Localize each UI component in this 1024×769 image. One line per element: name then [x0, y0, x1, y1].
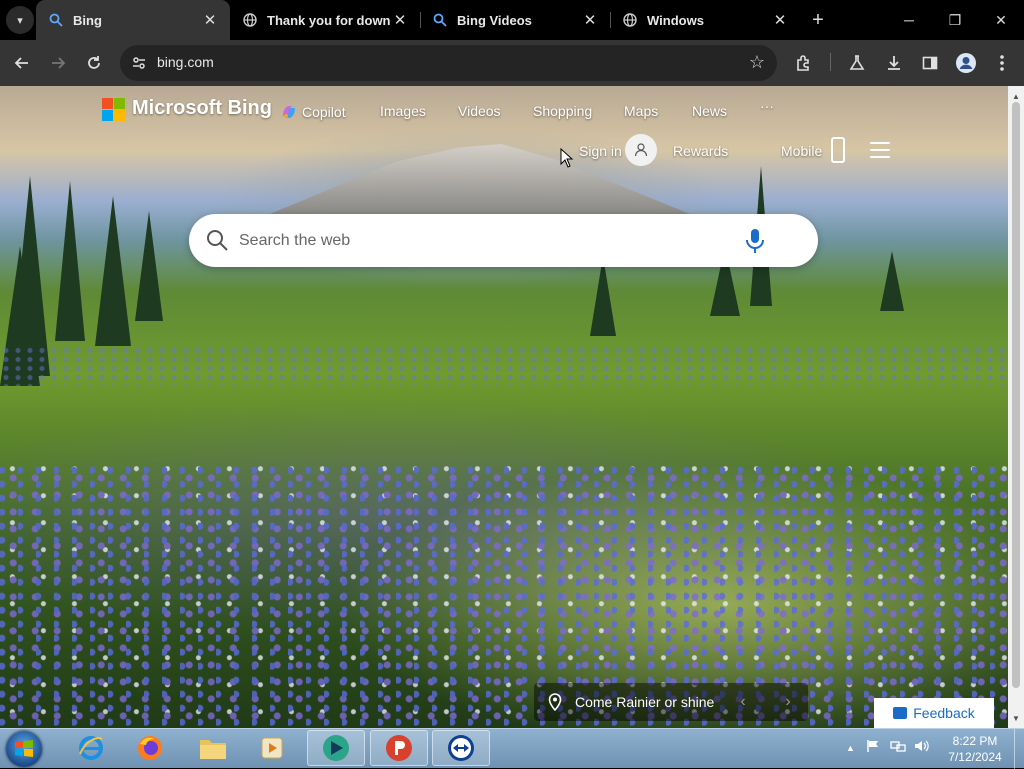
site-info-icon[interactable] — [130, 54, 148, 72]
brand-name: Microsoft Bing — [132, 97, 272, 119]
nav-videos[interactable]: Videos — [458, 103, 501, 119]
tab-title: Windows — [647, 12, 704, 28]
plus-icon[interactable]: + — [806, 8, 830, 32]
avatar[interactable] — [625, 134, 657, 166]
image-caption-bar[interactable]: Come Rainier or shine ‹ › — [534, 683, 808, 721]
tab-title: Bing — [73, 12, 102, 28]
nav-copilot[interactable]: Copilot — [280, 103, 346, 121]
search-icon — [432, 12, 448, 28]
previous-image-icon[interactable]: ‹ — [733, 692, 753, 712]
toolbar-divider — [830, 53, 831, 71]
teamviewer-icon[interactable] — [432, 730, 490, 766]
tab-bing-videos[interactable]: Bing Videos ✕ — [420, 0, 610, 40]
background-tree — [590, 256, 616, 336]
bing-homepage: Microsoft Bing Copilot Images Videos Sho… — [0, 86, 1008, 728]
tab-strip: ▾ Bing ✕ Thank you for downlo ✕ Bing Vid… — [0, 0, 1024, 40]
search-input[interactable] — [237, 227, 721, 255]
next-image-icon[interactable]: › — [778, 692, 798, 712]
bing-app-icon[interactable] — [307, 730, 365, 766]
tab-title: Bing Videos — [457, 12, 532, 28]
background-tree — [135, 211, 163, 321]
microsoft-logo-icon — [102, 97, 125, 121]
show-desktop-button[interactable] — [1014, 729, 1024, 769]
close-tab-icon[interactable]: ✕ — [200, 10, 220, 30]
forward-icon[interactable] — [44, 49, 72, 77]
star-icon[interactable]: ☆ — [749, 52, 765, 73]
show-hidden-icons-button[interactable]: ▲ — [846, 743, 855, 753]
microphone-icon[interactable] — [744, 228, 766, 254]
proxy-app-icon[interactable] — [370, 730, 428, 766]
menu-icon[interactable] — [988, 49, 1016, 77]
tab-windows[interactable]: Windows ✕ — [610, 0, 800, 40]
tab-search-icon[interactable]: ▾ — [6, 6, 34, 34]
url-text[interactable]: bing.com — [157, 54, 214, 70]
windows-logo-icon — [15, 740, 33, 757]
feedback-button[interactable]: Feedback — [874, 698, 994, 728]
globe-icon — [242, 12, 258, 28]
hamburger-menu-icon[interactable] — [870, 142, 890, 158]
copilot-icon — [283, 106, 295, 118]
mobile-link[interactable]: Mobile — [781, 143, 822, 159]
profile-icon[interactable] — [952, 49, 980, 77]
reload-icon[interactable] — [80, 49, 108, 77]
media-player-icon[interactable] — [243, 730, 301, 766]
tab-bing[interactable]: Bing ✕ — [36, 0, 230, 40]
extensions-icon[interactable] — [790, 49, 818, 77]
close-tab-icon[interactable]: ✕ — [390, 10, 410, 30]
minimize-button[interactable]: ─ — [886, 0, 932, 40]
search-icon — [48, 12, 64, 28]
sign-in-link[interactable]: Sign in — [579, 143, 622, 159]
network-icon[interactable] — [890, 739, 906, 756]
clock-date: 7/12/2024 — [948, 750, 1002, 764]
restore-button[interactable]: ❐ — [932, 0, 978, 40]
background-tree — [55, 181, 85, 341]
nav-news[interactable]: News — [692, 103, 727, 119]
search-box[interactable] — [189, 214, 818, 267]
mouse-cursor-icon — [560, 148, 574, 168]
nav-more[interactable]: ··· — [760, 98, 774, 114]
mobile-phone-icon[interactable] — [831, 137, 845, 163]
background-tree — [95, 196, 131, 346]
system-clock[interactable]: 8:22 PM 7/12/2024 — [940, 733, 1010, 765]
file-explorer-icon[interactable] — [184, 730, 242, 766]
volume-icon[interactable] — [914, 739, 930, 756]
location-pin-icon — [548, 693, 562, 711]
download-icon[interactable] — [880, 49, 908, 77]
close-tab-icon[interactable]: ✕ — [580, 10, 600, 30]
user-icon — [634, 143, 648, 157]
side-panel-icon[interactable] — [916, 49, 944, 77]
action-center-flag-icon[interactable] — [866, 739, 880, 756]
labs-icon[interactable] — [843, 49, 871, 77]
clock-time: 8:22 PM — [952, 734, 998, 748]
feedback-icon — [893, 707, 908, 719]
close-window-button[interactable]: ✕ — [978, 0, 1024, 40]
scroll-down-icon[interactable]: ▼ — [1008, 710, 1024, 726]
close-tab-icon[interactable]: ✕ — [770, 10, 790, 30]
firefox-icon[interactable] — [121, 730, 179, 766]
scroll-thumb[interactable] — [1012, 102, 1020, 688]
back-icon[interactable] — [8, 49, 36, 77]
internet-explorer-icon[interactable] — [62, 730, 120, 766]
tab-title: Thank you for downlo — [267, 12, 390, 28]
background-meadow — [0, 346, 1008, 386]
nav-shopping[interactable]: Shopping — [533, 103, 592, 119]
address-bar[interactable]: bing.com ☆ — [120, 45, 777, 81]
nav-images[interactable]: Images — [380, 103, 426, 119]
rewards-link[interactable]: Rewards — [673, 143, 728, 159]
start-button[interactable] — [6, 731, 42, 767]
background-flowers — [0, 466, 1008, 728]
nav-maps[interactable]: Maps — [624, 103, 658, 119]
tab-thank-you[interactable]: Thank you for downlo ✕ — [230, 0, 420, 40]
nav-label: Copilot — [302, 104, 346, 120]
windows-taskbar: ▲ 8:22 PM 7/12/2024 — [0, 728, 1024, 769]
bing-logo[interactable]: Microsoft Bing — [102, 97, 272, 121]
search-icon[interactable] — [205, 228, 229, 252]
feedback-label: Feedback — [913, 705, 975, 721]
page-scrollbar[interactable]: ▲ ▼ — [1008, 86, 1024, 728]
caption-title[interactable]: Come Rainier or shine — [575, 694, 714, 710]
background-tree — [880, 251, 904, 311]
globe-icon — [622, 12, 638, 28]
